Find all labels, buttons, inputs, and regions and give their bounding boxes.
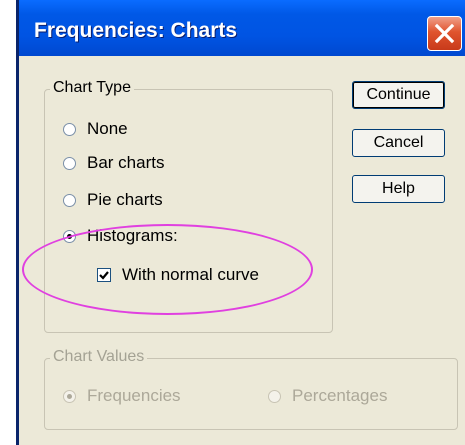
radio-selected-dot bbox=[67, 233, 72, 239]
chart-type-legend: Chart Type bbox=[50, 79, 134, 97]
normal-curve-label: With normal curve bbox=[122, 265, 259, 284]
continue-button[interactable]: Continue bbox=[352, 81, 445, 109]
radio-percentages-button[interactable] bbox=[268, 389, 281, 403]
help-button[interactable]: Help bbox=[352, 175, 445, 203]
radio-percentages[interactable]: Percentages bbox=[268, 385, 387, 407]
radio-histograms-label: Histograms: bbox=[87, 226, 178, 245]
radio-frequencies-label: Frequencies bbox=[87, 386, 181, 405]
cancel-button[interactable]: Cancel bbox=[352, 129, 445, 157]
radio-histograms[interactable]: Histograms: bbox=[63, 225, 178, 247]
close-button[interactable] bbox=[427, 16, 462, 51]
checkmark-icon bbox=[99, 271, 109, 280]
radio-bar-charts[interactable]: Bar charts bbox=[63, 152, 164, 174]
dialog-title: Frequencies: Charts bbox=[34, 19, 238, 42]
with-normal-curve-checkbox[interactable]: With normal curve bbox=[97, 264, 259, 286]
frequencies-charts-dialog: Frequencies: Charts Chart Type None Bar … bbox=[16, 0, 465, 445]
radio-selected-dot bbox=[67, 393, 72, 399]
chart-values-legend: Chart Values bbox=[50, 348, 148, 366]
radio-histograms-button[interactable] bbox=[63, 229, 76, 243]
radio-none-label: None bbox=[87, 119, 128, 138]
radio-percentages-label: Percentages bbox=[292, 386, 388, 405]
radio-bar-charts-label: Bar charts bbox=[87, 153, 165, 172]
radio-bar-charts-button[interactable] bbox=[63, 156, 76, 170]
radio-frequencies[interactable]: Frequencies bbox=[63, 385, 181, 407]
dialog-body: Chart Type None Bar charts Pie charts Hi… bbox=[19, 56, 465, 445]
radio-frequencies-button[interactable] bbox=[63, 389, 76, 403]
radio-pie-charts-label: Pie charts bbox=[87, 190, 163, 209]
normal-curve-checkbox-box[interactable] bbox=[97, 268, 111, 282]
radio-pie-charts[interactable]: Pie charts bbox=[63, 189, 163, 211]
close-x-icon bbox=[434, 23, 455, 44]
radio-pie-charts-button[interactable] bbox=[63, 193, 76, 207]
radio-none[interactable]: None bbox=[63, 118, 128, 140]
radio-none-button[interactable] bbox=[63, 122, 76, 136]
